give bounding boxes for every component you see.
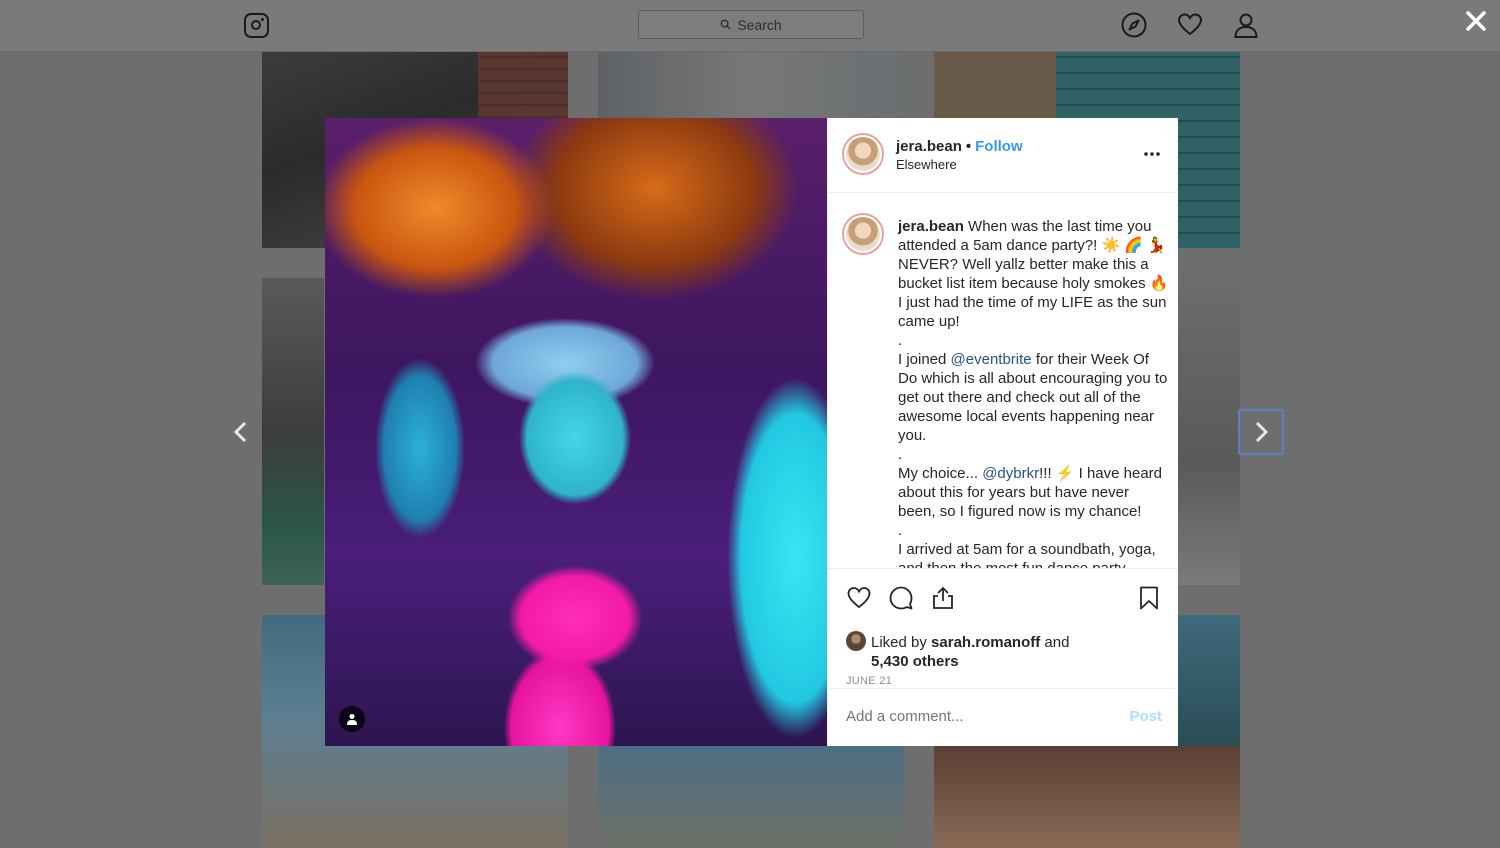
explore-compass-icon[interactable] xyxy=(1120,11,1148,39)
grid-post-thumbnail xyxy=(598,52,904,118)
liker-avatar xyxy=(846,631,866,651)
caption-separator: . xyxy=(898,332,903,349)
likes-count[interactable]: 5,430 others xyxy=(846,652,1069,671)
next-post-button[interactable] xyxy=(1238,409,1284,455)
post-sidebar: jera.bean • Follow Elsewhere jera.bean W… xyxy=(827,118,1178,746)
post-header: jera.bean • Follow Elsewhere xyxy=(828,118,1178,193)
profile-user-icon[interactable] xyxy=(1232,11,1260,39)
post-comment-button[interactable]: Post xyxy=(1129,708,1162,725)
author-line: jera.bean • Follow xyxy=(896,138,1023,155)
previous-post-button[interactable] xyxy=(218,409,264,455)
liked-by-and: and xyxy=(1044,634,1070,651)
caption-author-avatar[interactable] xyxy=(842,213,884,255)
grid-post-thumbnail xyxy=(1178,615,1240,746)
mention-link[interactable]: @dybrkr xyxy=(982,465,1039,482)
activity-heart-icon[interactable] xyxy=(1176,11,1204,39)
follow-button[interactable]: Follow xyxy=(975,138,1023,155)
share-button[interactable] xyxy=(930,585,956,611)
grid-post-thumbnail xyxy=(934,746,1240,848)
comment-input[interactable] xyxy=(846,708,1106,725)
caption-separator: . xyxy=(898,446,903,463)
caption-text: I joined xyxy=(898,351,951,368)
grid-post-thumbnail xyxy=(262,278,324,585)
comment-bubble-icon xyxy=(889,586,913,610)
chevron-right-icon xyxy=(1255,421,1269,443)
top-navigation: Search xyxy=(0,0,1500,52)
search-input[interactable]: Search xyxy=(638,10,864,39)
mention-link[interactable]: @eventbrite xyxy=(951,351,1032,368)
grid-post-thumbnail xyxy=(1178,278,1240,585)
author-avatar[interactable] xyxy=(842,133,884,175)
comments-section[interactable]: jera.bean When was the last time you att… xyxy=(828,193,1178,568)
bookmark-icon xyxy=(1140,586,1158,610)
caption-text: I arrived at 5am for a soundbath, yoga, … xyxy=(898,541,1156,568)
liked-by-prefix: Liked by xyxy=(871,634,927,651)
post-date[interactable]: JUNE 21 xyxy=(846,675,892,687)
more-options-button[interactable] xyxy=(1142,146,1162,156)
likes-summary[interactable]: Liked by sarah.romanoff and 5,430 others xyxy=(846,631,1069,671)
caption-text: My choice... xyxy=(898,465,983,482)
post-caption: jera.bean When was the last time you att… xyxy=(898,217,1170,568)
chevron-left-icon xyxy=(233,421,247,443)
save-button[interactable] xyxy=(1136,585,1162,611)
caption-separator: . xyxy=(898,522,903,539)
close-icon xyxy=(1466,11,1486,31)
instagram-logo-icon[interactable] xyxy=(244,13,269,38)
person-icon xyxy=(347,714,357,725)
liker-username[interactable]: sarah.romanoff xyxy=(931,634,1040,651)
author-username[interactable]: jera.bean xyxy=(896,138,962,155)
more-dots-icon xyxy=(1144,152,1160,156)
comment-button[interactable] xyxy=(888,585,914,611)
share-upload-icon xyxy=(933,586,953,609)
post-location[interactable]: Elsewhere xyxy=(896,157,957,172)
heart-icon xyxy=(847,587,871,609)
search-icon xyxy=(720,19,731,30)
grid-post-thumbnail xyxy=(598,746,904,848)
post-photo[interactable] xyxy=(325,118,827,746)
like-button[interactable] xyxy=(846,585,872,611)
separator-dot: • xyxy=(965,138,972,155)
add-comment-bar: Post xyxy=(828,688,1178,746)
close-modal-button[interactable] xyxy=(1463,8,1489,34)
post-modal: jera.bean • Follow Elsewhere jera.bean W… xyxy=(325,118,1178,746)
tagged-people-button[interactable] xyxy=(339,706,365,732)
caption-username[interactable]: jera.bean xyxy=(898,218,964,235)
post-actions: Liked by sarah.romanoff and 5,430 others… xyxy=(828,568,1178,688)
search-placeholder: Search xyxy=(737,16,782,33)
